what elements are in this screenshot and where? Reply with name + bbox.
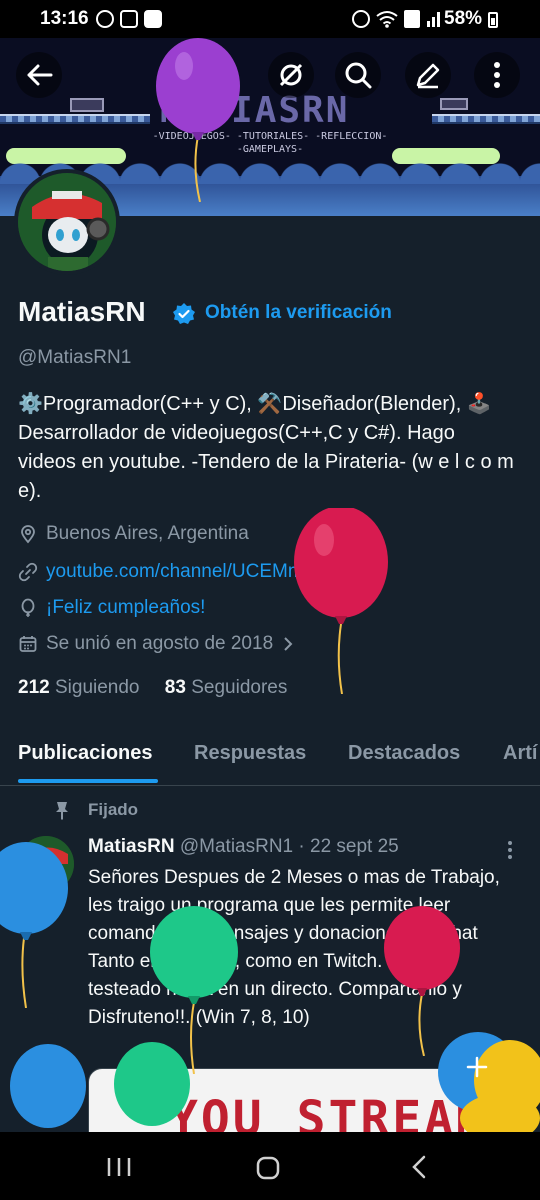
location-pin-icon bbox=[21, 525, 35, 544]
status-bar: 13:16 58% bbox=[0, 0, 540, 38]
profile-stats: 212 Siguiendo 83 Seguidores bbox=[18, 677, 287, 699]
balloon-icon bbox=[21, 598, 35, 617]
banner-pixel-platform bbox=[0, 114, 150, 124]
active-tab-indicator bbox=[18, 779, 158, 783]
search-icon bbox=[345, 62, 372, 89]
followers-link[interactable]: 83 Seguidores bbox=[165, 677, 288, 698]
back-button[interactable] bbox=[16, 52, 62, 98]
battery-icon bbox=[488, 12, 498, 28]
recent-apps-icon[interactable] bbox=[106, 1156, 132, 1178]
edit-button[interactable] bbox=[405, 52, 451, 98]
website-link[interactable]: youtube.com/channel/UCEMm4... bbox=[46, 561, 330, 583]
android-navigation-bar bbox=[0, 1132, 540, 1200]
avatar-character-image bbox=[18, 173, 116, 271]
joined-text: Se unió en agosto de 2018 bbox=[46, 633, 274, 654]
followers-label: Seguidores bbox=[191, 677, 288, 698]
battery-percent: 58% bbox=[444, 8, 483, 29]
tabs-divider bbox=[0, 785, 540, 786]
link-icon bbox=[18, 562, 38, 582]
profile-location: Buenos Aires, Argentina bbox=[18, 523, 249, 545]
back-arrow-icon bbox=[27, 64, 53, 86]
following-count: 212 bbox=[18, 677, 50, 698]
post-header: MatiasRN @MatiasRN1 · 22 sept 25 bbox=[88, 836, 399, 858]
profile-handle: @MatiasRN1 bbox=[18, 347, 132, 368]
tab-publicaciones[interactable]: Publicaciones bbox=[18, 742, 153, 765]
profile-website[interactable]: youtube.com/channel/UCEMm4... bbox=[18, 561, 330, 583]
grok-icon bbox=[279, 63, 303, 87]
back-icon[interactable] bbox=[410, 1154, 428, 1180]
alarm-icon bbox=[352, 10, 370, 28]
more-button[interactable] bbox=[474, 52, 520, 98]
grok-button[interactable] bbox=[268, 52, 314, 98]
post-handle[interactable]: @MatiasRN1 bbox=[180, 836, 293, 857]
wifi-icon bbox=[376, 11, 398, 28]
blue-balloon-small bbox=[10, 1044, 86, 1128]
compose-fab[interactable] bbox=[462, 1052, 492, 1082]
green-balloon-small bbox=[114, 1042, 190, 1126]
verified-badge-icon bbox=[173, 303, 195, 324]
tab-respuestas[interactable]: Respuestas bbox=[194, 742, 306, 765]
banner-pixel-block bbox=[70, 98, 104, 112]
status-left-icons bbox=[96, 10, 162, 28]
profile-avatar[interactable] bbox=[14, 169, 120, 275]
red-balloon bbox=[294, 508, 388, 694]
tab-articulos[interactable]: Artí bbox=[503, 742, 537, 765]
birthday-link[interactable]: ¡Feliz cumpleaños! bbox=[46, 597, 205, 619]
blue-balloon bbox=[0, 842, 68, 1008]
profile-birthday[interactable]: ¡Feliz cumpleaños! bbox=[18, 597, 205, 619]
search-button[interactable] bbox=[335, 52, 381, 98]
status-time: 13:16 bbox=[40, 8, 89, 29]
home-icon[interactable] bbox=[256, 1156, 280, 1180]
pin-icon bbox=[56, 802, 68, 820]
banner-pixel-block bbox=[440, 98, 468, 110]
more-vertical-icon bbox=[494, 62, 500, 88]
following-link[interactable]: 212 Siguiendo bbox=[18, 677, 140, 698]
post-date[interactable]: · 22 sept 25 bbox=[298, 836, 398, 857]
post-author[interactable]: MatiasRN bbox=[88, 836, 175, 857]
profile-bio: ⚙️Programador(C++ y C), ⚒️Diseñador(Blen… bbox=[18, 393, 514, 502]
following-label: Siguiendo bbox=[54, 677, 140, 698]
youtube-icon bbox=[144, 10, 162, 28]
profile-joined[interactable]: Se unió en agosto de 2018 bbox=[18, 633, 295, 655]
edit-icon bbox=[416, 63, 440, 89]
profile-name: MatiasRN bbox=[18, 296, 146, 327]
followers-count: 83 bbox=[164, 677, 186, 698]
plus-icon bbox=[466, 1056, 488, 1078]
get-verified-link[interactable]: Obtén la verificación bbox=[205, 302, 392, 324]
whatsapp-icon bbox=[96, 10, 114, 28]
purple-balloon bbox=[156, 38, 240, 202]
calendar-icon bbox=[19, 636, 37, 652]
pinned-label: Fijado bbox=[88, 800, 139, 819]
status-right-icons bbox=[352, 10, 442, 28]
post-more-icon[interactable] bbox=[506, 840, 514, 860]
volte-icon bbox=[404, 10, 420, 28]
signal-icon bbox=[427, 12, 440, 27]
tab-destacados[interactable]: Destacados bbox=[348, 742, 460, 765]
banner-pixel-platform bbox=[432, 114, 540, 124]
instagram-icon bbox=[120, 10, 138, 28]
location-text: Buenos Aires, Argentina bbox=[46, 523, 249, 544]
